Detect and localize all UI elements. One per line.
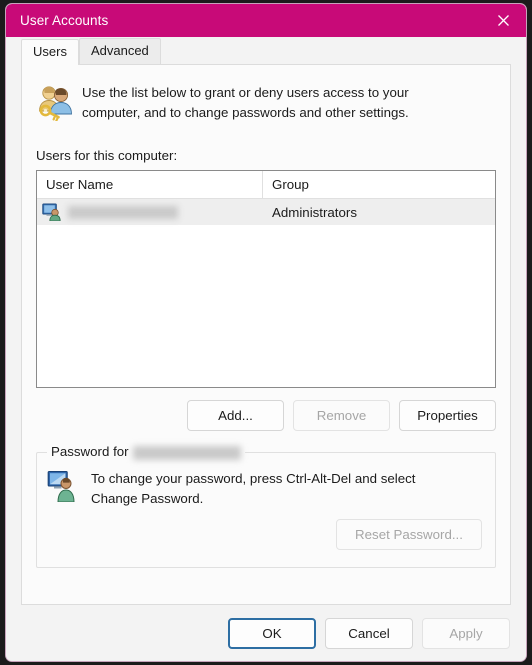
users-listview[interactable]: User Name Group Administrators (36, 170, 496, 388)
user-monitor-icon (47, 469, 91, 507)
users-button-row: Add... Remove Properties (36, 400, 496, 431)
description-block: Use the list below to grant or deny user… (36, 65, 496, 126)
listview-header: User Name Group (37, 171, 495, 199)
tab-strip: Users Advanced (6, 37, 526, 65)
tab-advanced[interactable]: Advanced (78, 38, 161, 64)
cancel-button[interactable]: Cancel (325, 617, 413, 649)
remove-button: Remove (293, 400, 390, 431)
table-row[interactable]: Administrators (37, 199, 495, 225)
password-groupbox-body: To change your password, press Ctrl-Alt-… (37, 453, 495, 550)
close-icon (497, 15, 509, 26)
window-title: User Accounts (20, 13, 109, 28)
properties-button[interactable]: Properties (399, 400, 496, 431)
description-line-2: computer, and to change passwords and ot… (82, 105, 409, 120)
password-button-row: Reset Password... (47, 519, 483, 550)
dialog-button-bar: OK Cancel Apply (6, 605, 526, 661)
password-info-line-2: Change Password. (91, 491, 204, 506)
users-key-icon (36, 82, 82, 126)
password-info-row: To change your password, press Ctrl-Alt-… (47, 469, 483, 509)
password-groupbox-title: Password for (47, 444, 245, 460)
close-button[interactable] (480, 4, 526, 37)
redacted-user-name (68, 205, 178, 219)
tab-users[interactable]: Users (21, 39, 79, 65)
users-list-label: Users for this computer: (36, 148, 178, 163)
description-text: Use the list below to grant or deny user… (82, 82, 409, 123)
cell-group: Administrators (272, 204, 357, 220)
description-line-1: Use the list below to grant or deny user… (82, 85, 409, 100)
password-info-line-1: To change your password, press Ctrl-Alt-… (91, 471, 416, 486)
ok-button[interactable]: OK (228, 617, 316, 649)
user-accounts-dialog: User Accounts Users Advanced Use the lis… (5, 3, 527, 662)
password-info-text: To change your password, press Ctrl-Alt-… (91, 469, 415, 509)
users-tab-panel: Use the list below to grant or deny user… (21, 64, 511, 605)
add-button[interactable]: Add... (187, 400, 284, 431)
cell-user-name (37, 199, 263, 225)
reset-password-button: Reset Password... (336, 519, 482, 550)
redacted-password-user-name (132, 445, 241, 460)
apply-button: Apply (422, 617, 510, 649)
password-groupbox: Password for To change your password, pr… (36, 444, 496, 568)
column-header-user-name[interactable]: User Name (37, 171, 263, 198)
titlebar: User Accounts (6, 4, 526, 37)
user-account-icon (42, 203, 61, 221)
column-header-group[interactable]: Group (263, 171, 495, 198)
password-groupbox-title-prefix: Password for (51, 444, 129, 459)
